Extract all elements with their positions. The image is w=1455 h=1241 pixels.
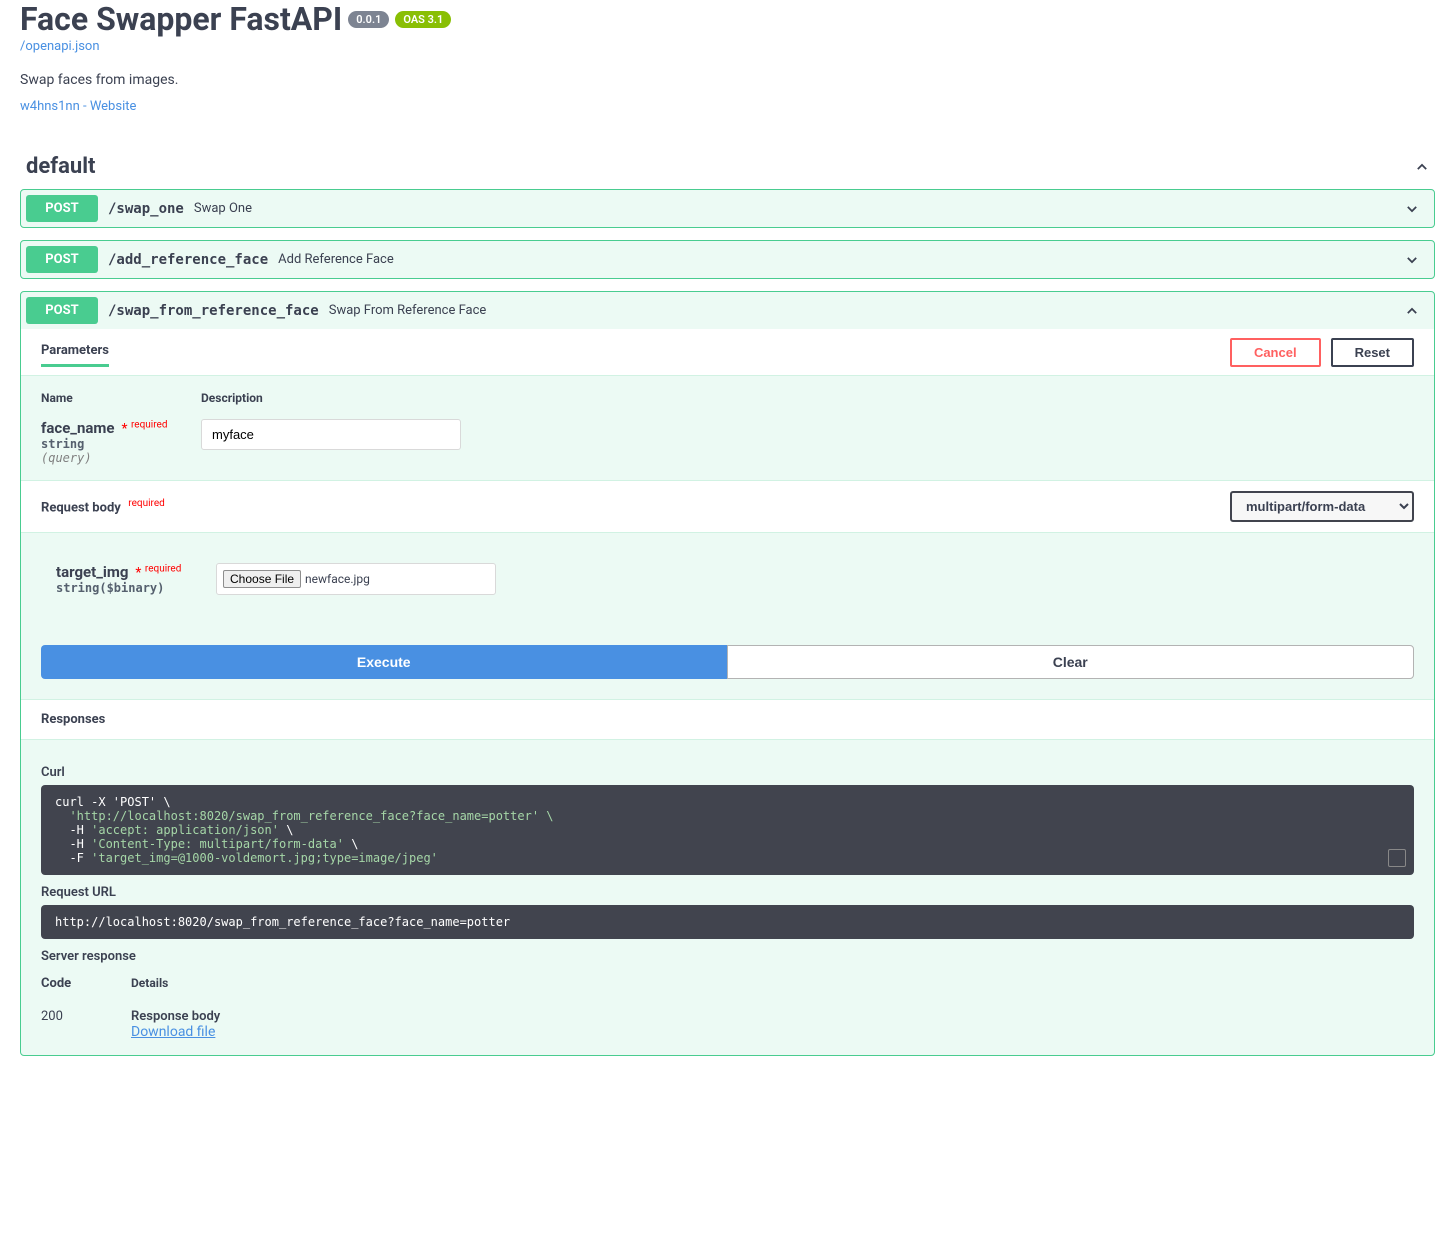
col-details: Details bbox=[131, 976, 168, 991]
server-response-label: Server response bbox=[41, 949, 1414, 964]
param-row-face-name: face_name * required string (query) bbox=[41, 419, 1414, 465]
operation-swap-one: POST /swap_one Swap One bbox=[20, 189, 1435, 228]
operation-path: /swap_from_reference_face bbox=[108, 303, 319, 319]
choose-file-button[interactable]: Choose File bbox=[223, 570, 301, 588]
status-code: 200 bbox=[41, 1009, 101, 1040]
param-type: string($binary) bbox=[56, 581, 186, 595]
cancel-button[interactable]: Cancel bbox=[1230, 338, 1321, 367]
request-url-label: Request URL bbox=[41, 885, 1414, 900]
content-type-select[interactable]: multipart/form-data bbox=[1230, 491, 1414, 522]
responses-header: Responses bbox=[21, 699, 1434, 740]
face-name-input[interactable] bbox=[201, 419, 461, 450]
param-name: target_img bbox=[56, 563, 128, 581]
param-in: (query) bbox=[41, 451, 171, 465]
version-badge: 0.0.1 bbox=[348, 11, 389, 28]
body-param-area: target_img * required string($binary) Ch… bbox=[21, 533, 1434, 645]
operation-add-reference-face: POST /add_reference_face Add Reference F… bbox=[20, 240, 1435, 279]
author-link[interactable]: w4hns1nn - Website bbox=[20, 99, 136, 114]
chevron-down-icon bbox=[1405, 202, 1419, 216]
responses-body: Curl curl -X 'POST' \ 'http://localhost:… bbox=[21, 740, 1434, 1055]
method-badge: POST bbox=[26, 246, 98, 273]
response-body-label: Response body bbox=[131, 1009, 220, 1024]
col-description: Description bbox=[201, 391, 263, 405]
param-row-target-img: target_img * required string($binary) Ch… bbox=[56, 563, 1414, 595]
page-title: Face Swapper FastAPI 0.0.1 OAS 3.1 bbox=[20, 0, 1435, 38]
curl-block: curl -X 'POST' \ 'http://localhost:8020/… bbox=[41, 785, 1414, 875]
required-label: required bbox=[131, 419, 167, 430]
operation-toggle[interactable]: POST /add_reference_face Add Reference F… bbox=[21, 241, 1434, 278]
operation-swap-from-reference-face: POST /swap_from_reference_face Swap From… bbox=[20, 291, 1435, 1056]
col-code: Code bbox=[41, 976, 101, 991]
request-url-block: http://localhost:8020/swap_from_referenc… bbox=[41, 905, 1414, 939]
clear-button[interactable]: Clear bbox=[727, 645, 1415, 679]
parameters-tab-row: Parameters Cancel Reset bbox=[21, 329, 1434, 376]
api-title: Face Swapper FastAPI bbox=[20, 0, 342, 38]
param-name: face_name bbox=[41, 419, 115, 437]
operation-summary: Swap One bbox=[194, 201, 252, 216]
param-type: string bbox=[41, 437, 171, 451]
parameters-table: Name Description face_name * required st… bbox=[21, 376, 1434, 480]
download-file-link[interactable]: Download file bbox=[131, 1024, 215, 1040]
operation-toggle[interactable]: POST /swap_from_reference_face Swap From… bbox=[21, 292, 1434, 329]
reset-button[interactable]: Reset bbox=[1331, 338, 1414, 367]
col-name: Name bbox=[41, 391, 171, 405]
operation-path: /add_reference_face bbox=[108, 252, 268, 268]
request-body-header: Request body required multipart/form-dat… bbox=[21, 480, 1434, 533]
method-badge: POST bbox=[26, 195, 98, 222]
section-toggle[interactable]: default bbox=[20, 144, 1435, 189]
curl-label: Curl bbox=[41, 765, 1414, 780]
method-badge: POST bbox=[26, 297, 98, 324]
openapi-link[interactable]: /openapi.json bbox=[20, 39, 100, 54]
operation-path: /swap_one bbox=[108, 201, 184, 217]
oas-badge: OAS 3.1 bbox=[395, 11, 451, 28]
operation-summary: Swap From Reference Face bbox=[329, 303, 487, 318]
chevron-up-icon bbox=[1405, 304, 1419, 318]
required-label: required bbox=[145, 563, 181, 574]
section-name: default bbox=[26, 154, 96, 179]
chevron-up-icon bbox=[1415, 160, 1429, 174]
tab-parameters[interactable]: Parameters bbox=[41, 337, 109, 367]
required-star: * bbox=[118, 421, 128, 437]
file-input-wrap: Choose File newface.jpg bbox=[216, 563, 496, 595]
copy-icon[interactable] bbox=[1388, 849, 1406, 867]
operation-toggle[interactable]: POST /swap_one Swap One bbox=[21, 190, 1434, 227]
api-description: Swap faces from images. bbox=[20, 72, 1435, 88]
execute-button[interactable]: Execute bbox=[41, 645, 727, 679]
request-body-label: Request body bbox=[41, 500, 121, 515]
chosen-filename: newface.jpg bbox=[305, 572, 370, 586]
required-label: required bbox=[128, 498, 164, 509]
chevron-down-icon bbox=[1405, 253, 1419, 267]
operation-summary: Add Reference Face bbox=[278, 252, 394, 267]
required-star: * bbox=[132, 565, 142, 581]
